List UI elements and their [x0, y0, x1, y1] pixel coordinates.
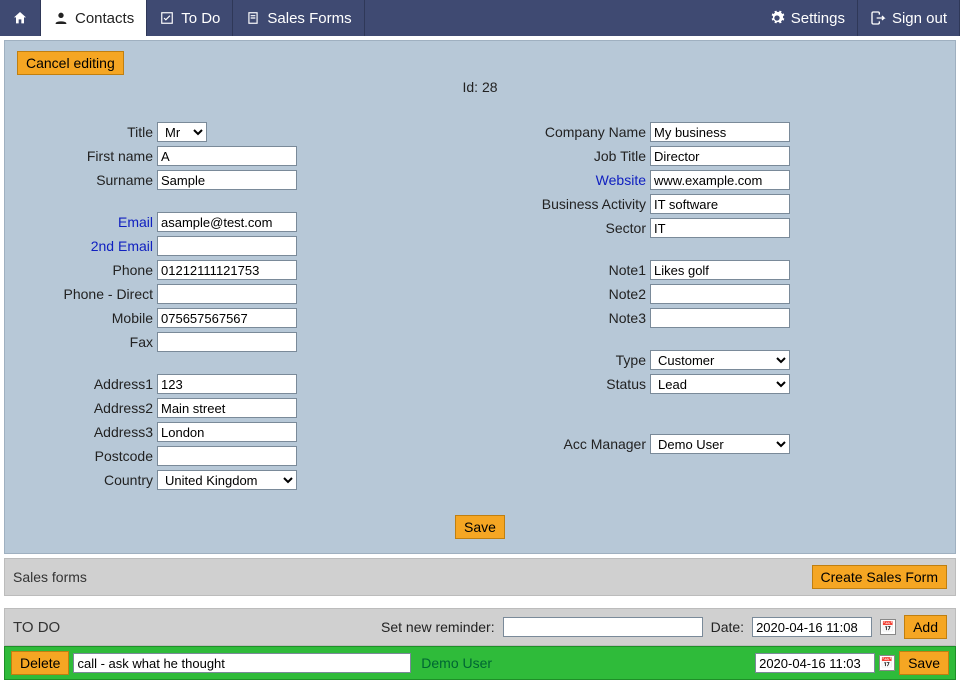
email-input[interactable]: [157, 212, 297, 232]
id-label: Id:: [462, 79, 478, 95]
phone-direct-input[interactable]: [157, 284, 297, 304]
address2-input[interactable]: [157, 398, 297, 418]
country-select[interactable]: United Kingdom: [157, 470, 297, 490]
phone-input[interactable]: [157, 260, 297, 280]
label-mobile: Mobile: [17, 310, 157, 326]
signout-icon: [870, 10, 886, 26]
label-company: Company Name: [510, 124, 650, 140]
home-icon: [12, 10, 28, 26]
type-select[interactable]: Customer: [650, 350, 790, 370]
nav-spacer: [365, 0, 757, 36]
new-reminder-date-input[interactable]: [752, 617, 872, 637]
note1-input[interactable]: [650, 260, 790, 280]
calendar-icon[interactable]: 📅: [879, 655, 895, 671]
postcode-input[interactable]: [157, 446, 297, 466]
right-column: Company Name Job Title Website Business …: [510, 121, 943, 493]
company-input[interactable]: [650, 122, 790, 142]
label-firstname: First name: [17, 148, 157, 164]
calendar-icon[interactable]: 📅: [880, 619, 896, 635]
label-address3: Address3: [17, 424, 157, 440]
label-email[interactable]: Email: [17, 214, 157, 230]
label-fax: Fax: [17, 334, 157, 350]
label-postcode: Postcode: [17, 448, 157, 464]
nav-salesforms[interactable]: Sales Forms: [233, 0, 364, 36]
label-bizactivity: Business Activity: [510, 196, 650, 212]
nav-todo[interactable]: To Do: [147, 0, 233, 36]
nav-contacts-label: Contacts: [75, 10, 134, 27]
todo-title: TO DO: [13, 619, 373, 636]
create-sales-form-button[interactable]: Create Sales Form: [812, 565, 947, 589]
sales-forms-bar: Sales forms Create Sales Form: [4, 558, 956, 596]
address3-input[interactable]: [157, 422, 297, 442]
label-surname: Surname: [17, 172, 157, 188]
contact-edit-panel: Cancel editing Id: 28 Title Mr First nam…: [4, 40, 956, 554]
label-accmanager: Acc Manager: [510, 436, 650, 452]
title-select[interactable]: Mr: [157, 122, 207, 142]
nav-settings[interactable]: Settings: [757, 0, 858, 36]
top-nav: Contacts To Do Sales Forms Settings Sign…: [0, 0, 960, 36]
jobtitle-input[interactable]: [650, 146, 790, 166]
address1-input[interactable]: [157, 374, 297, 394]
note3-input[interactable]: [650, 308, 790, 328]
accmanager-select[interactable]: Demo User: [650, 434, 790, 454]
todo-row: Delete Demo User 📅 Save: [4, 646, 956, 680]
label-phone-direct: Phone - Direct: [17, 286, 157, 302]
label-type: Type: [510, 352, 650, 368]
label-website[interactable]: Website: [510, 172, 650, 188]
todo-date-input[interactable]: [755, 653, 875, 673]
label-email2[interactable]: 2nd Email: [17, 238, 157, 254]
add-reminder-button[interactable]: Add: [904, 615, 947, 639]
label-note3: Note3: [510, 310, 650, 326]
website-input[interactable]: [650, 170, 790, 190]
set-reminder-label: Set new reminder:: [381, 619, 495, 635]
nav-home[interactable]: [0, 0, 41, 36]
label-sector: Sector: [510, 220, 650, 236]
status-select[interactable]: Lead: [650, 374, 790, 394]
nav-todo-label: To Do: [181, 10, 220, 27]
id-value: 28: [482, 79, 498, 95]
label-title: Title: [17, 124, 157, 140]
note2-input[interactable]: [650, 284, 790, 304]
mobile-input[interactable]: [157, 308, 297, 328]
date-label: Date:: [711, 619, 744, 635]
todo-panel: TO DO Set new reminder: Date: 📅 Add Dele…: [4, 608, 956, 680]
sector-input[interactable]: [650, 218, 790, 238]
delete-todo-button[interactable]: Delete: [11, 651, 69, 675]
new-reminder-input[interactable]: [503, 617, 703, 637]
todo-user: Demo User: [421, 655, 751, 671]
left-column: Title Mr First name Surname Email 2nd Em…: [17, 121, 450, 493]
label-country: Country: [17, 472, 157, 488]
label-phone: Phone: [17, 262, 157, 278]
label-status: Status: [510, 376, 650, 392]
label-address1: Address1: [17, 376, 157, 392]
form-icon: [245, 10, 261, 26]
surname-input[interactable]: [157, 170, 297, 190]
label-address2: Address2: [17, 400, 157, 416]
todo-header: TO DO Set new reminder: Date: 📅 Add: [4, 608, 956, 646]
firstname-input[interactable]: [157, 146, 297, 166]
label-jobtitle: Job Title: [510, 148, 650, 164]
contact-id: Id: 28: [17, 79, 943, 95]
person-icon: [53, 10, 69, 26]
email2-input[interactable]: [157, 236, 297, 256]
nav-settings-label: Settings: [791, 10, 845, 27]
label-note2: Note2: [510, 286, 650, 302]
fax-input[interactable]: [157, 332, 297, 352]
save-todo-button[interactable]: Save: [899, 651, 949, 675]
sales-forms-title: Sales forms: [13, 569, 812, 585]
nav-contacts[interactable]: Contacts: [41, 0, 147, 36]
form-columns: Title Mr First name Surname Email 2nd Em…: [17, 121, 943, 493]
save-button[interactable]: Save: [455, 515, 505, 539]
nav-signout[interactable]: Sign out: [858, 0, 960, 36]
todo-text-input[interactable]: [73, 653, 411, 673]
gear-icon: [769, 10, 785, 26]
label-note1: Note1: [510, 262, 650, 278]
bizactivity-input[interactable]: [650, 194, 790, 214]
cancel-editing-button[interactable]: Cancel editing: [17, 51, 124, 75]
nav-signout-label: Sign out: [892, 10, 947, 27]
check-icon: [159, 10, 175, 26]
nav-salesforms-label: Sales Forms: [267, 10, 351, 27]
